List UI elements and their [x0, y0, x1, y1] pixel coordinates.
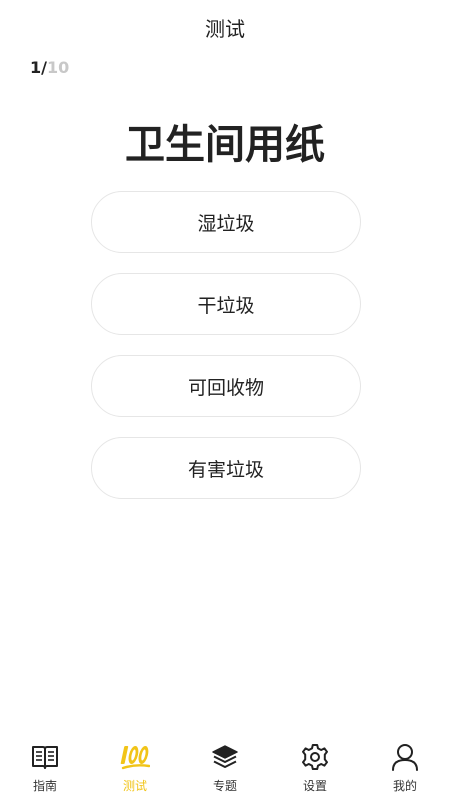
tab-settings-label: 设置: [302, 779, 327, 793]
option-hazardous-waste[interactable]: 有害垃圾: [91, 437, 361, 499]
tab-settings[interactable]: 设置: [270, 738, 360, 794]
hundred-points-icon: [120, 742, 150, 772]
answer-options: 湿垃圾 干垃圾 可回收物 有害垃圾: [91, 191, 361, 519]
layers-icon: [210, 742, 240, 772]
top-bar: 测试: [0, 0, 450, 54]
tab-mine-label: 我的: [392, 779, 417, 793]
tab-topics-label: 专题: [212, 779, 237, 793]
tab-guide[interactable]: 指南: [0, 738, 90, 794]
tab-mine[interactable]: 我的: [360, 738, 450, 794]
question-progress: 1/10: [30, 58, 69, 77]
progress-total: 10: [46, 58, 70, 77]
book-icon: [30, 742, 60, 772]
gear-icon: [300, 742, 330, 772]
option-dry-waste[interactable]: 干垃圾: [91, 273, 361, 335]
tab-guide-label: 指南: [32, 779, 57, 793]
tab-test[interactable]: 测试: [90, 738, 180, 794]
user-icon: [390, 742, 420, 772]
progress-current: 1: [30, 58, 42, 77]
bottom-tab-bar: 指南 测试 专题 设置 我的: [0, 738, 450, 800]
option-recyclable[interactable]: 可回收物: [91, 355, 361, 417]
question-text: 卫生间用纸: [125, 122, 325, 168]
page-title: 测试: [205, 16, 245, 41]
tab-topics[interactable]: 专题: [180, 738, 270, 794]
tab-test-label: 测试: [122, 779, 147, 793]
option-wet-waste[interactable]: 湿垃圾: [91, 191, 361, 253]
